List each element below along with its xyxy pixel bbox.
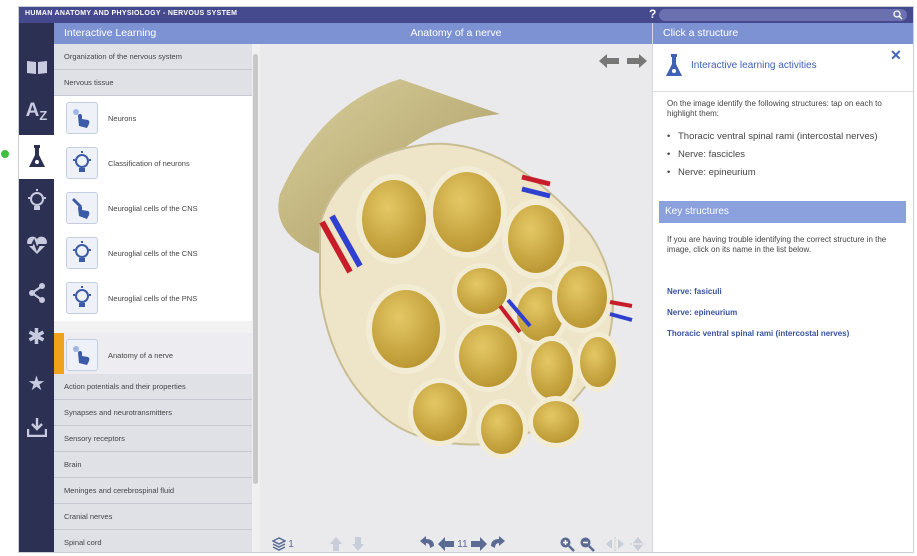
- layers-icon: [272, 537, 287, 551]
- menu-item-nervous-tissue[interactable]: Nervous tissue: [54, 70, 252, 96]
- scrollbar-thumb[interactable]: [253, 54, 258, 484]
- image-viewer: Anatomy of a nerve 1 11: [260, 23, 652, 552]
- viewer-toolbar: 1 11: [260, 534, 652, 552]
- lightbulb-icon[interactable]: [19, 179, 54, 223]
- sub-item-label: Neurons: [108, 114, 137, 123]
- sub-item-label: Classification of neurons: [108, 159, 190, 168]
- mirror-icon[interactable]: [605, 536, 625, 552]
- sub-item-label: Anatomy of a nerve: [108, 351, 174, 360]
- menu-item-spinal-cord[interactable]: Spinal cord: [54, 530, 252, 552]
- structure-item[interactable]: Nerve: epineurium: [667, 167, 907, 178]
- prev-page-icon[interactable]: [438, 537, 455, 551]
- menu-item-meninges[interactable]: Meninges and cerebrospinal fluid: [54, 478, 252, 504]
- zoom-in-icon[interactable]: [559, 536, 575, 552]
- sub-item-neurons[interactable]: Neurons: [54, 96, 252, 141]
- download-icon[interactable]: [19, 405, 54, 449]
- zoom-out-icon[interactable]: [579, 536, 595, 552]
- lightbulb-icon: [66, 147, 98, 179]
- key-link-epineurium[interactable]: Nerve: epineurium: [667, 308, 737, 317]
- menu-item-action-potentials[interactable]: Action potentials and their properties: [54, 374, 252, 400]
- key-link-spinal-rami[interactable]: Thoracic ventral spinal rami (intercosta…: [667, 329, 849, 338]
- page-number: 11: [457, 538, 468, 550]
- search-icon[interactable]: [893, 10, 903, 20]
- structure-item[interactable]: Thoracic ventral spinal rami (intercosta…: [667, 131, 907, 142]
- menu-item-brain[interactable]: Brain: [54, 452, 252, 478]
- gear-icon[interactable]: ✱: [19, 315, 54, 359]
- page-nav: 11: [410, 536, 515, 552]
- key-link-fasiculi[interactable]: Nerve: fasiculi: [667, 287, 722, 296]
- active-marker: [54, 333, 64, 378]
- sub-item-anatomy-of-nerve[interactable]: Anatomy of a nerve: [54, 333, 252, 378]
- heartbeat-icon[interactable]: [19, 223, 54, 267]
- glossary-az-icon[interactable]: AZ: [19, 89, 54, 133]
- layers-button[interactable]: 1: [268, 536, 298, 552]
- book-icon[interactable]: [19, 45, 54, 89]
- icon-rail: AZ ✱ ★: [19, 23, 54, 552]
- menu-item-sensory-receptors[interactable]: Sensory receptors: [54, 426, 252, 452]
- status-dot: [1, 150, 9, 158]
- flask-icon: [666, 54, 682, 76]
- search-input[interactable]: [659, 9, 907, 21]
- close-icon[interactable]: ✕: [890, 47, 902, 64]
- structure-item[interactable]: Nerve: fascicles: [667, 149, 907, 160]
- app-title: HUMAN ANATOMY AND PHYSIOLOGY - NERVOUS S…: [25, 10, 238, 17]
- sub-item-label: Neuroglial cells of the CNS: [108, 204, 198, 213]
- hand-pointer-icon: [66, 102, 98, 134]
- sub-item-label: Neuroglial cells of the PNS: [108, 294, 198, 303]
- star-icon[interactable]: ★: [19, 361, 54, 405]
- structure-list: Thoracic ventral spinal rami (intercosta…: [667, 131, 907, 185]
- share-icon[interactable]: [19, 271, 54, 315]
- sub-item-neuroglial-cns-2[interactable]: Neuroglial cells of the CNS: [54, 231, 252, 276]
- rotate-left-icon[interactable]: [420, 536, 438, 552]
- flask-icon[interactable]: [19, 135, 54, 179]
- sub-item-classification[interactable]: Classification of neurons: [54, 141, 252, 186]
- title-bar: HUMAN ANATOMY AND PHYSIOLOGY - NERVOUS S…: [19, 7, 913, 23]
- key-instructions-text: If you are having trouble identifying th…: [667, 235, 887, 254]
- sub-item-neuroglial-cns[interactable]: Neuroglial cells of the CNS: [54, 186, 252, 231]
- dropper-hand-icon: [66, 192, 98, 224]
- zoom-controls: [558, 536, 648, 552]
- activities-title: Interactive learning activities: [691, 60, 817, 71]
- arrow-down-icon[interactable]: [352, 537, 364, 551]
- sub-item-neuroglial-pns[interactable]: Neuroglial cells of the PNS: [54, 276, 252, 321]
- lightbulb-icon: [66, 282, 98, 314]
- app-window: HUMAN ANATOMY AND PHYSIOLOGY - NERVOUS S…: [18, 6, 914, 553]
- rotate-right-icon[interactable]: [487, 536, 505, 552]
- menu-item-synapses[interactable]: Synapses and neurotransmitters: [54, 400, 252, 426]
- divider: [653, 91, 913, 92]
- left-scrollbar[interactable]: [252, 44, 260, 552]
- arrow-up-icon[interactable]: [330, 537, 342, 551]
- flip-vertical-icon[interactable]: [629, 536, 647, 552]
- instructions-text: On the image identify the following stru…: [667, 99, 882, 118]
- panel-header-center: Anatomy of a nerve: [260, 23, 652, 44]
- panel-header-right: Click a structure: [653, 23, 913, 44]
- nerve-illustration[interactable]: [260, 44, 652, 489]
- structure-panel: Click a structure Interactive learning a…: [652, 23, 913, 552]
- vertical-arrows: [330, 537, 364, 551]
- help-button[interactable]: ?: [649, 7, 656, 21]
- sub-item-label: Neuroglial cells of the CNS: [108, 249, 198, 258]
- layer-count: 1: [288, 538, 294, 550]
- menu-item-organization[interactable]: Organization of the nervous system: [54, 44, 252, 70]
- key-structures-header: Key structures: [659, 201, 906, 223]
- hand-pointer-icon: [66, 339, 98, 371]
- menu-item-cranial-nerves[interactable]: Cranial nerves: [54, 504, 252, 530]
- lightbulb-icon: [66, 237, 98, 269]
- interactive-learning-panel: Interactive Learning Organization of the…: [54, 23, 260, 552]
- panel-header-left: Interactive Learning: [54, 23, 260, 44]
- next-page-icon[interactable]: [470, 537, 487, 551]
